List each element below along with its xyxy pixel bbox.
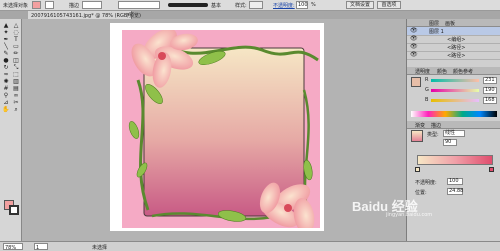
close-icon[interactable]: ×: [126, 12, 130, 18]
watermark: Baidu 经验 jingyan.baidu.com: [352, 196, 452, 222]
blend-icon[interactable]: ∞: [12, 92, 20, 99]
gradient-opacity-label: 不透明度:: [415, 180, 437, 186]
control-bar: 未选择对象 描边 基本 样式: 不透明度: 100 % 文档设置 首选项: [0, 0, 500, 11]
gradient-type-label: 类型:: [427, 132, 439, 138]
stroke-weight-field[interactable]: [82, 1, 102, 9]
mesh-icon[interactable]: #: [2, 85, 10, 92]
eye-icon[interactable]: 👁: [410, 36, 418, 42]
channel-slider[interactable]: [431, 89, 479, 92]
line-segment-icon[interactable]: ╲: [2, 43, 10, 50]
channel-value-field[interactable]: 231: [483, 77, 497, 84]
zoom-field[interactable]: 78%: [3, 243, 23, 251]
layer-name: 图层 1: [429, 29, 444, 35]
eye-icon[interactable]: 👁: [410, 52, 418, 58]
status-text: 未选择: [92, 245, 108, 251]
document-setup-button[interactable]: 文档设置: [346, 1, 374, 9]
channel-slider[interactable]: [431, 79, 479, 82]
slice-icon[interactable]: ⊿: [2, 99, 10, 106]
gradient-tabs: 渐变 描边: [407, 121, 500, 129]
eraser-icon[interactable]: ◫: [12, 57, 20, 64]
layer-name: <编组>: [447, 37, 466, 43]
type-icon[interactable]: T: [12, 36, 20, 43]
scale-icon[interactable]: ⤡: [12, 64, 20, 71]
pen-icon[interactable]: ✒: [2, 36, 10, 43]
style-label: 样式:: [235, 3, 247, 9]
zoom-icon[interactable]: ⌕: [12, 106, 20, 113]
channel-label: B: [425, 97, 429, 103]
gradient-thumbnail[interactable]: [411, 130, 423, 142]
gradient-opacity-field[interactable]: 100: [447, 178, 463, 185]
layer-name: <路径>: [447, 45, 466, 51]
gradient-stop-end[interactable]: [489, 167, 494, 172]
channel-value-field[interactable]: 190: [483, 87, 497, 94]
opacity-unit: %: [311, 2, 316, 8]
column-graph-icon[interactable]: ▥: [12, 78, 20, 85]
gradient-angle-field[interactable]: 90: [443, 139, 457, 146]
eye-icon[interactable]: 👁: [410, 28, 418, 34]
pencil-icon[interactable]: ✏: [12, 50, 20, 57]
lasso-icon[interactable]: ◌: [12, 29, 20, 36]
brush-label: 基本: [211, 3, 222, 9]
stroke-color-icon[interactable]: [9, 205, 19, 215]
tab-color-guide[interactable]: 颜色参考: [453, 68, 473, 75]
page-field[interactable]: 1: [34, 243, 48, 251]
status-bar: 78% 1 未选择: [0, 241, 500, 251]
tools-panel: ▲ △ ✦ ◌ ✒ T ╲ ▭ ✎ ✏ ● ◫ ↻ ⤡ ≈ ⬚ ✺ ▥ # ▤ ⚲ ∞ ⊿ ✂ ✋ ⌕: [0, 19, 22, 241]
tab-transparency[interactable]: 透明度: [415, 68, 430, 75]
warp-icon[interactable]: ≈: [2, 71, 10, 78]
preferences-button[interactable]: 首选项: [377, 1, 401, 9]
eyedropper-icon[interactable]: ⚲: [2, 92, 10, 99]
stroke-label: 描边: [69, 3, 80, 9]
color-spectrum[interactable]: [411, 111, 497, 117]
gradient-location-label: 位置:: [415, 190, 427, 196]
style-swatch[interactable]: [249, 1, 263, 9]
rotate-icon[interactable]: ↻: [2, 64, 10, 71]
scissors-icon[interactable]: ✂: [12, 99, 20, 106]
rectangle-icon[interactable]: ▭: [12, 43, 20, 50]
eye-icon[interactable]: 👁: [410, 44, 418, 50]
direct-selection-icon[interactable]: △: [12, 22, 20, 29]
tab-artboards[interactable]: 画板: [445, 20, 455, 27]
current-color-swatch[interactable]: [411, 77, 421, 87]
channel-value-field[interactable]: 168: [483, 97, 497, 104]
selection-status: 未选择对象: [3, 3, 29, 9]
magic-wand-icon[interactable]: ✦: [2, 29, 10, 36]
document-tab[interactable]: 2007916105743161.jpg* @ 78% (RGB/预览) ×: [28, 11, 141, 19]
channel-label: G: [425, 87, 429, 93]
paintbrush-icon[interactable]: ✎: [2, 50, 10, 57]
gradient-type-select[interactable]: 线性: [443, 130, 465, 137]
gradient-icon[interactable]: ▤: [12, 85, 20, 92]
brush-stroke-preview: [168, 3, 208, 7]
stroke-swatch[interactable]: [45, 1, 54, 9]
layers-tabs: 图层 画板: [407, 19, 500, 27]
gradient-location-field[interactable]: 24.88: [447, 188, 463, 195]
tab-layers[interactable]: 图层: [429, 20, 439, 27]
symbol-sprayer-icon[interactable]: ✺: [2, 78, 10, 85]
tab-gradient[interactable]: 渐变: [415, 122, 425, 129]
channel-label: R: [425, 77, 429, 83]
fill-swatch[interactable]: [32, 1, 41, 9]
layer-row[interactable]: 👁 <路径>: [407, 51, 500, 60]
hand-icon[interactable]: ✋: [2, 106, 10, 113]
watermark-sub: jingyan.baidu.com: [386, 212, 433, 218]
opacity-label[interactable]: 不透明度:: [273, 2, 295, 9]
opacity-field[interactable]: 100: [296, 1, 308, 9]
selection-arrow-icon[interactable]: ▲: [2, 22, 10, 29]
floral-frame-artwork[interactable]: [122, 30, 320, 228]
color-tabs: 透明度 颜色 颜色参考: [407, 67, 500, 75]
document-tab-title: 2007916105743161.jpg* @ 78% (RGB/预览): [31, 13, 141, 19]
channel-slider[interactable]: [431, 99, 479, 102]
blob-brush-icon[interactable]: ●: [2, 57, 10, 64]
gradient-stop-start[interactable]: [415, 167, 420, 172]
gradient-bar[interactable]: [417, 155, 493, 165]
tab-color[interactable]: 颜色: [437, 68, 447, 75]
variable-width-select[interactable]: [118, 1, 160, 9]
layer-name: <路径>: [447, 53, 466, 59]
tab-stroke[interactable]: 描边: [431, 122, 441, 129]
free-transform-icon[interactable]: ⬚: [12, 71, 20, 78]
